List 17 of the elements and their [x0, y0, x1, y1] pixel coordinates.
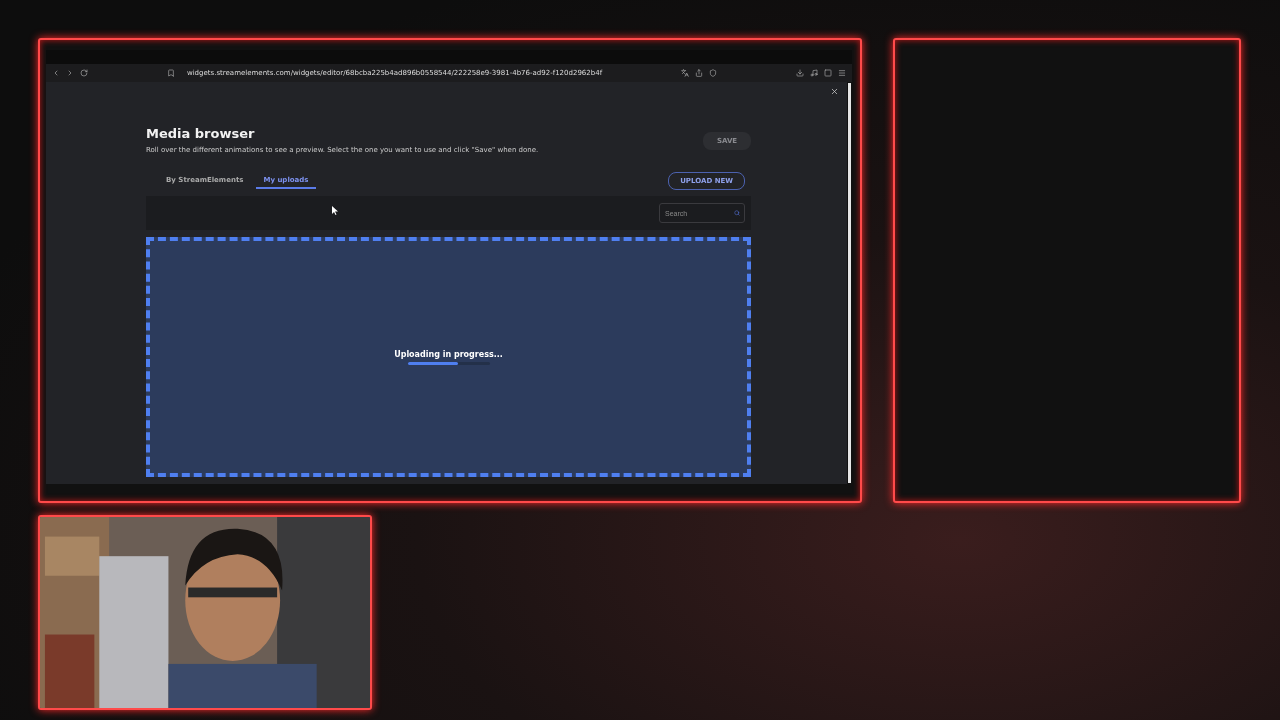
forward-icon[interactable]	[66, 69, 74, 77]
scrollbar-thumb[interactable]	[848, 83, 851, 483]
reload-icon[interactable]	[80, 69, 88, 77]
download-icon[interactable]	[796, 69, 804, 77]
cursor-icon	[332, 206, 338, 215]
search-icon[interactable]	[734, 210, 740, 216]
share-icon[interactable]	[695, 69, 704, 77]
bookmark-icon[interactable]	[166, 69, 175, 77]
upload-status: Uploading in progress...	[394, 349, 503, 359]
menu-icon[interactable]	[838, 69, 846, 77]
dialog-title: Media browser	[146, 126, 256, 141]
music-icon[interactable]	[810, 69, 818, 77]
translate-icon[interactable]	[681, 69, 690, 77]
upload-dropzone[interactable]: Uploading in progress...	[146, 237, 751, 477]
shield-icon[interactable]	[709, 69, 718, 77]
back-icon[interactable]	[52, 69, 60, 77]
close-button[interactable]	[830, 87, 839, 96]
